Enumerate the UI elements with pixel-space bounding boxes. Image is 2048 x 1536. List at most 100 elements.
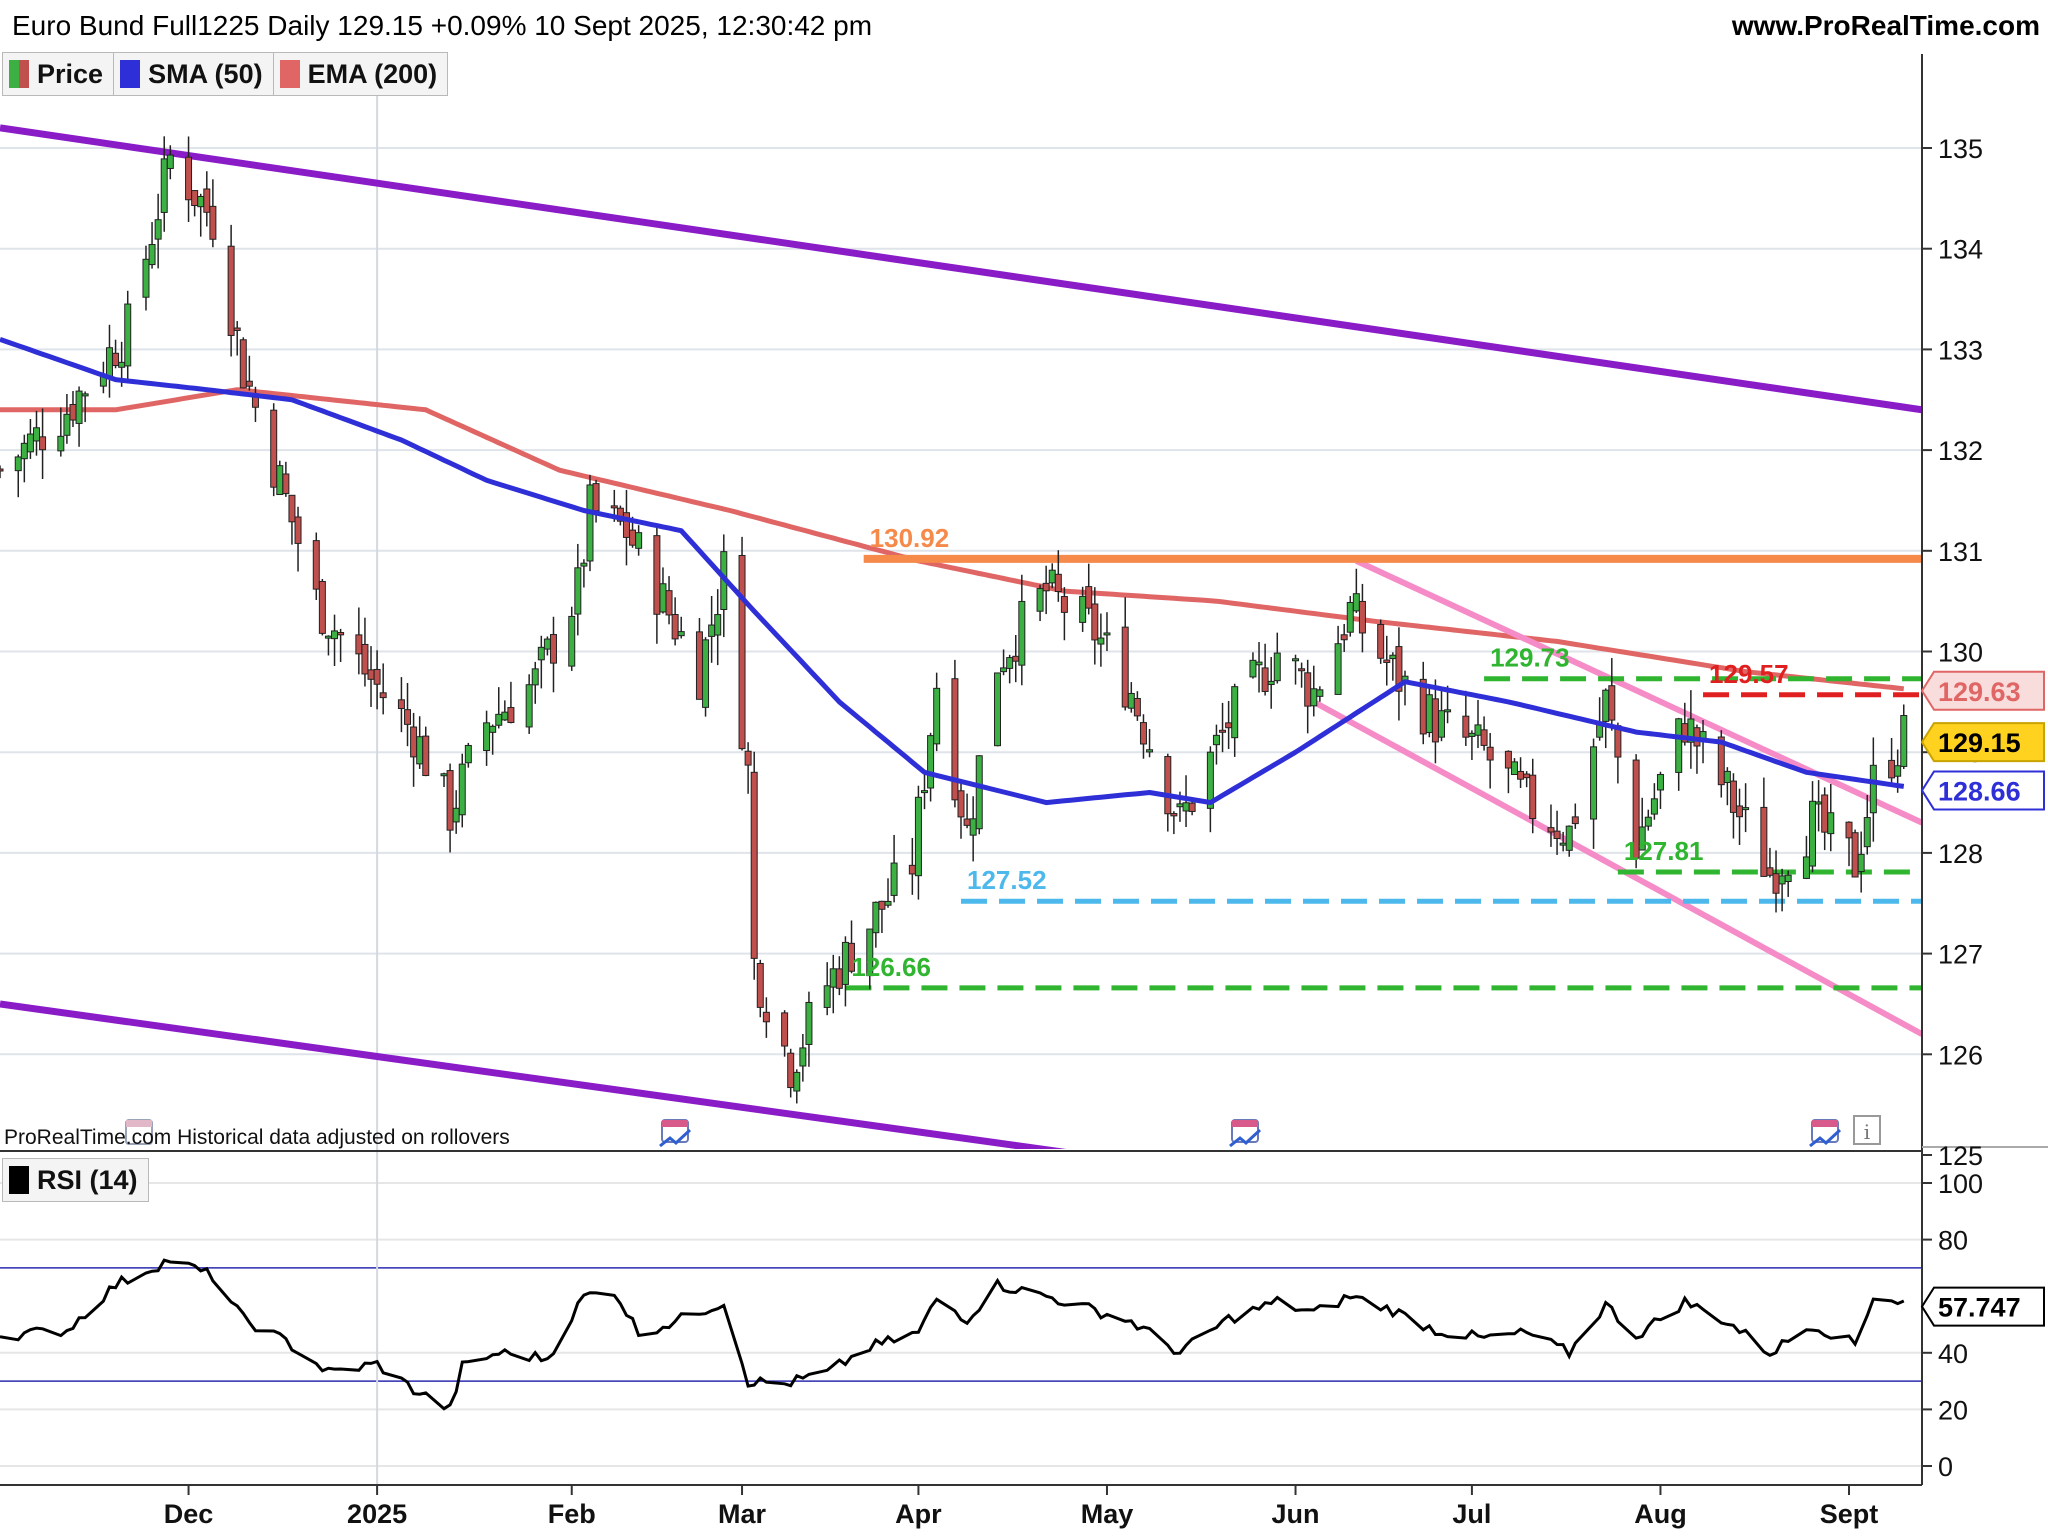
candle-body [586,484,594,562]
candle-body [1760,806,1768,877]
candle-body [1042,582,1050,592]
rsi-tick-label: 0 [1938,1452,1953,1482]
candle-body [568,615,576,667]
candle-body [1559,842,1567,846]
candle-body [580,562,588,567]
level-label: 130.92 [870,523,950,553]
candle-body [14,456,22,472]
candle-body [1675,718,1683,773]
candle-body [921,790,929,794]
candle-body [282,473,290,495]
candle-body [1480,729,1488,746]
candle-body [361,643,369,675]
candle-body [154,219,162,240]
candle-body [57,435,65,452]
site-link[interactable]: www.ProRealTime.com [1732,10,2040,42]
candle-body [288,494,296,523]
ema-200-line [0,387,1905,692]
candle-body [927,735,935,789]
candle-body [1565,825,1573,851]
calendar-event-icon[interactable] [659,1119,692,1148]
candle-body [1888,759,1896,779]
legend-label: Price [37,58,104,89]
candle-body [756,963,764,1008]
legend-label: RSI (14) [37,1164,138,1195]
candle-body [81,393,89,397]
price-tick-label: 128 [1938,839,1983,869]
month-axis-labels: Dec 2025 Feb Mar Apr May Jun Jul Aug Sept [164,1485,1878,1529]
candle-body [787,1052,795,1089]
candle-body [1778,875,1786,885]
candle-body [118,361,126,368]
legend-item-price[interactable]: Price [3,53,115,95]
month-label: 2025 [347,1499,407,1529]
candle-body [1231,686,1239,739]
chart-canvas: 130.92 129.73 129.57 127.81 127.52 126.66 125… [0,54,2048,1529]
candle-body [1383,659,1391,663]
legend-item-sma[interactable]: SMA (50) [114,53,274,95]
level-label: 127.52 [967,865,1047,895]
legend-swatch [9,60,29,88]
candle-body [489,725,497,733]
candle-body [397,699,405,710]
month-label: Jun [1272,1499,1320,1529]
price-tick-label: 131 [1938,537,1983,567]
candle-body [318,580,326,634]
level-label: 129.73 [1490,643,1570,673]
indicator-legend: Price SMA (50) EMA (200) [2,52,449,96]
candle-body [294,516,302,544]
candle-body [1225,722,1233,729]
candle-body [1468,732,1476,737]
legend-item-ema[interactable]: EMA (200) [274,53,448,95]
candle-body [1146,749,1154,753]
month-label: Jul [1452,1499,1491,1529]
candle-body [884,900,892,906]
candle-body [823,985,831,1008]
data-note: ProRealTime.com Historical data adjusted… [4,1126,510,1149]
candle-body [1316,689,1324,697]
price-tick-label: 135 [1938,134,1983,164]
candle-body [245,380,253,387]
candle-body [1292,658,1300,662]
candle-body [714,614,722,636]
candle-body [1249,659,1257,678]
candle-body [1212,734,1220,746]
candle-body [464,744,472,764]
candle-body [1340,634,1348,641]
candle-body [1188,802,1196,812]
candle-body [537,646,545,661]
candle-body [574,567,582,615]
candle-body [1267,680,1275,686]
candle-body [592,483,600,512]
candle-body [1857,853,1865,873]
candle-body [635,532,643,549]
candle-body [410,726,418,758]
level-label: 129.57 [1709,659,1789,689]
candle-body [1553,830,1561,839]
candle-body [1346,601,1354,633]
calendar-event-icon[interactable] [1809,1119,1842,1148]
candle-body [1462,715,1470,738]
candle-body [969,818,977,836]
candle-body [1510,761,1518,776]
candle-body [1298,668,1306,672]
candle-body [1474,724,1482,736]
candle-body [531,668,539,686]
candle-body [1863,817,1871,848]
candle-body [276,465,284,496]
legend-item-rsi[interactable]: RSI (14) [3,1159,148,1201]
candle-body [1809,800,1817,867]
candle-body [1352,593,1360,612]
candle-body [1438,710,1445,738]
calendar-event-icon[interactable] [1229,1119,1262,1148]
sma-price-tag-text: 128.66 [1938,776,2021,806]
rsi-value-tag: 57.747 [1920,1286,2045,1327]
candle-body [1079,595,1087,623]
candle-body [1000,667,1008,673]
candle-body [142,258,150,298]
candle-body [738,554,746,750]
candle-body [1273,652,1281,682]
info-icon[interactable]: i [1853,1115,1881,1145]
candle-body [653,535,661,615]
month-label: Apr [895,1499,942,1529]
